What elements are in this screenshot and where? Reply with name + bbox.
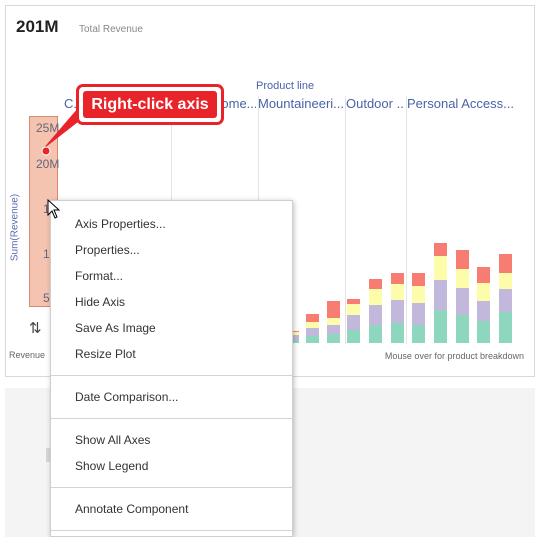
group-separator [345,96,346,344]
menu-divider [51,487,292,488]
bar-segment[interactable] [306,328,319,336]
bar-segment[interactable] [369,305,382,326]
bar-segment[interactable] [412,325,425,343]
bar-segment[interactable] [306,321,319,329]
bar-segment[interactable] [477,267,490,284]
menu-item-resize-plot[interactable]: Resize Plot [75,347,136,361]
bar-segment[interactable] [477,321,490,343]
bar-segment[interactable] [477,283,490,301]
callout-dot [41,146,51,156]
mouse-cursor-icon [47,199,61,219]
bar-segment[interactable] [412,303,425,326]
bar-segment[interactable] [456,249,469,270]
sort-icon[interactable]: ⇅ [29,319,42,337]
footer-hint: Mouse over for product breakdown [384,351,524,361]
menu-item-annotate-component[interactable]: Annotate Component [75,502,188,516]
y-axis-tick: 5 [43,291,50,305]
callout-arrow [42,108,78,150]
group-header: Mountaineeri... [258,96,344,111]
bar-segment[interactable] [327,325,340,335]
bar-segment[interactable] [499,272,512,290]
group-header: Personal Access... [407,96,514,111]
bar-segment[interactable] [347,299,360,305]
menu-divider [51,530,292,531]
bar-segment[interactable] [347,304,360,315]
bar-segment[interactable] [434,279,447,310]
menu-item-properties[interactable]: Properties... [75,243,140,257]
bar-segment[interactable] [499,254,512,273]
menu-item-date-comparison[interactable]: Date Comparison... [75,390,178,404]
callout-box: Right-click axis [76,84,224,125]
menu-divider [51,418,292,419]
bar-segment[interactable] [391,299,404,323]
bar-segment[interactable] [412,285,425,304]
menu-item-format[interactable]: Format... [75,269,123,283]
bar-segment[interactable] [477,300,490,321]
bar-segment[interactable] [369,289,382,306]
product-line-title: Product line [256,80,315,92]
bar-segment[interactable] [499,289,512,313]
bar-segment[interactable] [456,269,469,288]
bar-segment[interactable] [434,309,447,343]
bar-segment[interactable] [347,314,360,330]
menu-item-show-all-axes[interactable]: Show All Axes [75,433,150,447]
bar-segment[interactable] [347,329,360,343]
kpi-value: 201M [16,17,59,36]
menu-item-save-as-image[interactable]: Save As Image [75,321,156,335]
bar-segment[interactable] [327,300,340,319]
menu-divider [51,375,292,376]
bar-segment[interactable] [434,255,447,280]
group-separator [406,96,407,344]
bar-segment[interactable] [327,334,340,343]
bar-segment[interactable] [369,278,382,290]
footer-left: Revenue [9,350,46,360]
bar-segment[interactable] [456,287,469,315]
bar-segment[interactable] [434,242,447,256]
y-axis-label: Sum(Revenue) [9,193,21,262]
y-axis-tick: 20M [36,157,60,171]
bar-segment[interactable] [306,335,319,343]
callout-text: Right-click axis [83,91,217,118]
kpi-label: Total Revenue [79,24,143,35]
bar-segment[interactable] [391,322,404,343]
group-header: Outdoor ... [346,96,404,111]
bar-segment[interactable] [412,272,425,286]
menu-item-axis-properties[interactable]: Axis Properties... [75,217,166,231]
bar-segment[interactable] [369,325,382,343]
menu-item-show-legend[interactable]: Show Legend [75,459,148,473]
bar-segment[interactable] [391,284,404,300]
context-menu: Axis Properties... Properties... Format.… [50,200,293,537]
bar-segment[interactable] [327,318,340,326]
menu-item-hide-axis[interactable]: Hide Axis [75,295,125,309]
bar-segment[interactable] [456,314,469,343]
bar-segment[interactable] [391,272,404,285]
bar-segment[interactable] [306,313,319,322]
bar-segment[interactable] [499,312,512,343]
